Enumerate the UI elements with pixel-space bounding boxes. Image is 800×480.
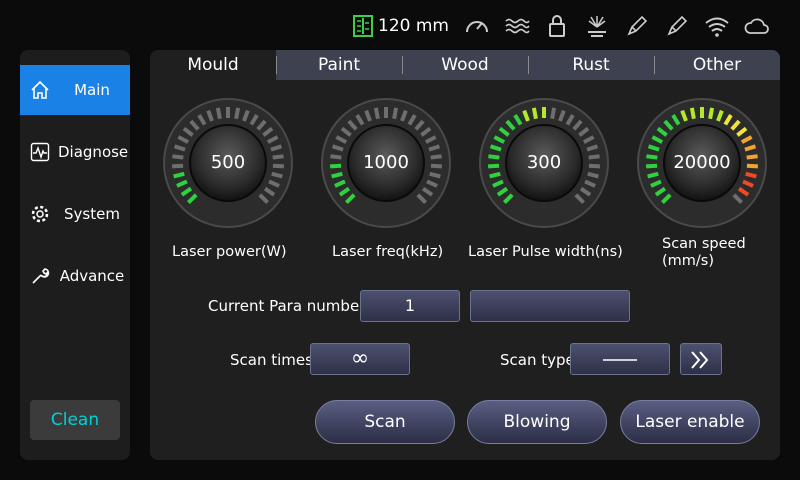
current-para-number-field[interactable]: 1 [360, 290, 460, 322]
scan-speed-label-line1: Scan speed [662, 236, 746, 252]
wifi-icon [705, 17, 729, 37]
clean-button[interactable]: Clean [30, 400, 120, 440]
pen-icon [667, 15, 688, 36]
scan-speed-knob[interactable]: 20000 [636, 97, 768, 229]
sidebar-item-label: Advance [59, 267, 125, 285]
scan-button[interactable]: Scan [315, 400, 455, 444]
gauge-value: 1000 [363, 152, 409, 173]
scan-speed-label: Scan speed (mm/s) [662, 236, 746, 270]
laser-icon [587, 16, 606, 37]
gauge-value: 500 [210, 152, 246, 173]
scan-type-label: Scan type [500, 351, 575, 369]
laser-pulse-width-knob[interactable]: 300 [478, 97, 610, 229]
sidebar-item-label: Main [74, 81, 110, 99]
tab-divider [654, 56, 655, 74]
pulse-icon [30, 142, 50, 162]
sidebar-item-label: Diagnose [58, 143, 129, 161]
pen-icon [627, 15, 648, 36]
gear-icon [31, 205, 49, 223]
scan-times-label: Scan times [230, 351, 313, 369]
tab-divider [528, 56, 529, 74]
sidebar: Main Diagnose System Advance Clean [20, 50, 130, 460]
status-bar: 120 mm [352, 12, 783, 40]
distance-readout: 120 mm [378, 16, 449, 36]
wrench-icon [32, 268, 50, 284]
gauge-value: 300 [526, 152, 562, 173]
laser-enable-button[interactable]: Laser enable [620, 400, 760, 444]
tab-label: Rust [572, 55, 610, 75]
main-panel: Mould Paint Wood Rust Other 500 1000 300… [150, 50, 780, 460]
laser-pulse-width-label: Laser Pulse width(ns) [468, 244, 623, 260]
para-name-field[interactable] [470, 290, 630, 322]
tab-mould[interactable]: Mould [150, 50, 276, 80]
scan-type-next-button[interactable] [680, 343, 722, 375]
tab-wood[interactable]: Wood [402, 50, 528, 80]
tab-rust[interactable]: Rust [528, 50, 654, 80]
cloud-icon [744, 18, 769, 34]
scan-type-field[interactable] [570, 343, 670, 375]
waves-icon [505, 18, 530, 34]
tab-label: Paint [317, 55, 361, 75]
tab-other[interactable]: Other [654, 50, 780, 80]
laser-freq-label: Laser freq(kHz) [332, 244, 444, 260]
line-scan-icon [603, 358, 637, 361]
gauge-value: 20000 [673, 152, 731, 173]
tab-bar: Mould Paint Wood Rust Other [150, 50, 780, 80]
scan-times-field[interactable]: ∞ [310, 343, 410, 375]
speedometer-icon [465, 21, 488, 33]
tab-divider [402, 56, 403, 74]
home-icon [31, 80, 49, 99]
ruler-icon [353, 15, 373, 37]
scan-speed-label-line2: (mm/s) [662, 253, 715, 269]
tab-divider [276, 56, 277, 74]
double-chevron-right-icon [691, 350, 709, 369]
tab-label: Other [692, 55, 742, 75]
blowing-button[interactable]: Blowing [467, 400, 607, 444]
tab-label: Wood [441, 55, 489, 75]
sidebar-item-advance[interactable]: Advance [20, 251, 130, 301]
current-para-label: Current Para number [208, 297, 366, 315]
laser-power-label: Laser power(W) [172, 244, 287, 260]
sidebar-item-main[interactable]: Main [20, 65, 130, 115]
laser-freq-knob[interactable]: 1000 [320, 97, 452, 229]
sidebar-item-diagnose[interactable]: Diagnose [20, 127, 130, 177]
sidebar-item-system[interactable]: System [20, 189, 130, 239]
lock-icon [548, 15, 565, 37]
tab-paint[interactable]: Paint [276, 50, 402, 80]
laser-power-knob[interactable]: 500 [162, 97, 294, 229]
sidebar-item-label: System [64, 205, 120, 223]
